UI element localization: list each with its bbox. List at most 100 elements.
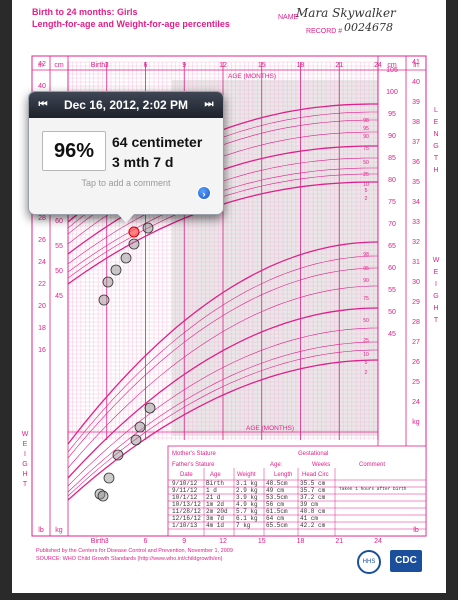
bottom-month-label: 6 bbox=[144, 538, 148, 545]
table-cell: 35.7 cm bbox=[300, 487, 326, 494]
chart-subtitle: Length-for-age and Weight-for-age percen… bbox=[32, 19, 230, 29]
length-point[interactable] bbox=[142, 222, 154, 234]
age-months-label-bottom: AGE (MONTHS) bbox=[246, 425, 294, 432]
chart-title: Birth to 24 months: Girls bbox=[32, 7, 138, 17]
right-kg-label: kg bbox=[412, 419, 420, 426]
right-in-tick: 25 bbox=[412, 379, 420, 386]
table-cell: 10/13/12 bbox=[172, 501, 201, 508]
col-length: Length bbox=[274, 472, 293, 478]
table-cell: 40.8 cm bbox=[300, 508, 326, 515]
length-point[interactable] bbox=[102, 276, 114, 288]
weight-percentile-label: 90 bbox=[363, 278, 369, 284]
table-cell: 7 kg bbox=[236, 522, 251, 529]
length-percentile-label: 98 bbox=[363, 118, 369, 124]
first-comment[interactable]: Taken 1 hours after birth bbox=[339, 487, 407, 492]
left-in-tick: 28 bbox=[38, 215, 46, 222]
table-cell: 4m 1d bbox=[206, 522, 225, 529]
table-cell: 37.2 cm bbox=[300, 494, 326, 501]
record-number[interactable]: 0024678 bbox=[344, 21, 393, 34]
right-cm-tick: 95 bbox=[388, 111, 396, 118]
age-months-label: AGE (MONTHS) bbox=[228, 73, 276, 80]
right-in-tick: 35 bbox=[412, 179, 420, 186]
weight-point[interactable] bbox=[134, 421, 146, 433]
length-point[interactable] bbox=[128, 238, 140, 250]
weight-point[interactable] bbox=[112, 449, 124, 461]
table-cell: 11/28/12 bbox=[172, 508, 201, 515]
weight-percentile-label: 2 bbox=[365, 370, 368, 376]
length-point[interactable] bbox=[98, 294, 110, 306]
right-in-tick: 41 bbox=[412, 59, 420, 66]
right-cm-tick: 45 bbox=[388, 331, 396, 338]
table-cell: 1m 2d bbox=[206, 501, 225, 508]
length-point[interactable] bbox=[110, 264, 122, 276]
top-month-label: 15 bbox=[258, 62, 266, 69]
table-cell: 61.5cm bbox=[266, 508, 288, 515]
right-in-tick: 34 bbox=[412, 199, 420, 206]
detail-disclosure-icon[interactable]: › bbox=[197, 186, 211, 200]
father-stature-label: Father's Stature bbox=[172, 462, 215, 468]
col-weight: Weight bbox=[237, 472, 256, 478]
right-in-tick: 31 bbox=[412, 259, 420, 266]
measurement-popover[interactable]: ⏮ Dec 16, 2012, 2:02 PM ⏭ 96% 64 centime… bbox=[28, 91, 224, 215]
right-cm-tick: 65 bbox=[388, 243, 396, 250]
skip-back-icon[interactable]: ⏮ bbox=[35, 97, 51, 113]
left-cm-tick: 45 bbox=[55, 293, 63, 300]
table-cell: 12/16/12 bbox=[172, 515, 201, 522]
col-head-circ: Head Circ bbox=[302, 472, 329, 478]
weight-percentile-label: 50 bbox=[363, 318, 369, 324]
length-percentile-label: 95 bbox=[363, 126, 369, 132]
weight-point[interactable] bbox=[97, 490, 109, 502]
left-cm-tick: 50 bbox=[55, 268, 63, 275]
bottom-month-label: 21 bbox=[335, 538, 343, 545]
top-month-label: 18 bbox=[297, 62, 305, 69]
left-kg-label: kg bbox=[55, 527, 63, 534]
left-cm-tick: 60 bbox=[55, 218, 63, 225]
left-in-tick: 24 bbox=[38, 259, 46, 266]
record-label: RECORD # bbox=[306, 28, 343, 35]
weight-percentile-label: 10 bbox=[363, 352, 369, 358]
weight-percentile-label: 98 bbox=[363, 252, 369, 258]
bottom-month-label: 18 bbox=[297, 538, 305, 545]
top-month-label: 24 bbox=[374, 62, 382, 69]
length-vertical-letter: L bbox=[434, 107, 438, 114]
table-cell: 1/10/13 bbox=[172, 522, 198, 529]
weight-vertical-letter: G bbox=[433, 293, 438, 300]
left-in-tick: 18 bbox=[38, 325, 46, 332]
add-comment-prompt[interactable]: Tap to add a comment bbox=[29, 178, 223, 188]
col-age: Age bbox=[210, 472, 221, 478]
skip-forward-icon[interactable]: ⏭ bbox=[201, 97, 217, 113]
left-in-tick: 26 bbox=[38, 237, 46, 244]
popover-header: ⏮ Dec 16, 2012, 2:02 PM ⏭ bbox=[29, 92, 223, 118]
length-vertical-letter: H bbox=[433, 167, 438, 174]
right-cm-tick: 90 bbox=[388, 133, 396, 140]
length-percentile-label: 25 bbox=[363, 172, 369, 178]
weight-vertical-letter-left: T bbox=[23, 481, 28, 488]
col-date: Date bbox=[180, 472, 193, 478]
table-cell: 10/1/12 bbox=[172, 494, 198, 501]
measurement-value: 64 centimeter bbox=[112, 134, 203, 150]
right-cm-tick: 75 bbox=[388, 199, 396, 206]
weight-point[interactable] bbox=[103, 472, 115, 484]
right-in-tick: 27 bbox=[412, 339, 420, 346]
patient-name[interactable]: Mara Skywalker bbox=[296, 6, 396, 20]
selected-length-point[interactable] bbox=[128, 226, 140, 238]
table-cell: 39 cm bbox=[300, 501, 319, 508]
growth-chart-svg[interactable]: Birth 3 6 9 12 15 18 21 24AGE (MONTHS)AGE (MONTH… bbox=[12, 0, 446, 593]
weight-point[interactable] bbox=[130, 434, 142, 446]
table-cell: 2.9 kg bbox=[236, 487, 258, 494]
table-cell: 9/10/12 bbox=[172, 480, 198, 487]
bottom-month-label: 12 bbox=[219, 538, 227, 545]
comment-header: Comment bbox=[359, 462, 386, 468]
gest-age-label: Age: bbox=[270, 462, 283, 468]
length-point[interactable] bbox=[120, 252, 132, 264]
weight-point[interactable] bbox=[144, 402, 156, 414]
length-vertical-letter: G bbox=[433, 143, 438, 150]
table-cell: 53.5cm bbox=[266, 494, 288, 501]
table-cell: 9/11/12 bbox=[172, 487, 198, 494]
left-lb-label: lb bbox=[38, 527, 44, 534]
gestational-label: Gestational bbox=[298, 451, 329, 457]
right-in-tick: 39 bbox=[412, 99, 420, 106]
table-cell: 3.1 kg bbox=[236, 480, 258, 487]
popover-date: Dec 16, 2012, 2:02 PM bbox=[63, 98, 189, 112]
left-in-tick: 16 bbox=[38, 347, 46, 354]
